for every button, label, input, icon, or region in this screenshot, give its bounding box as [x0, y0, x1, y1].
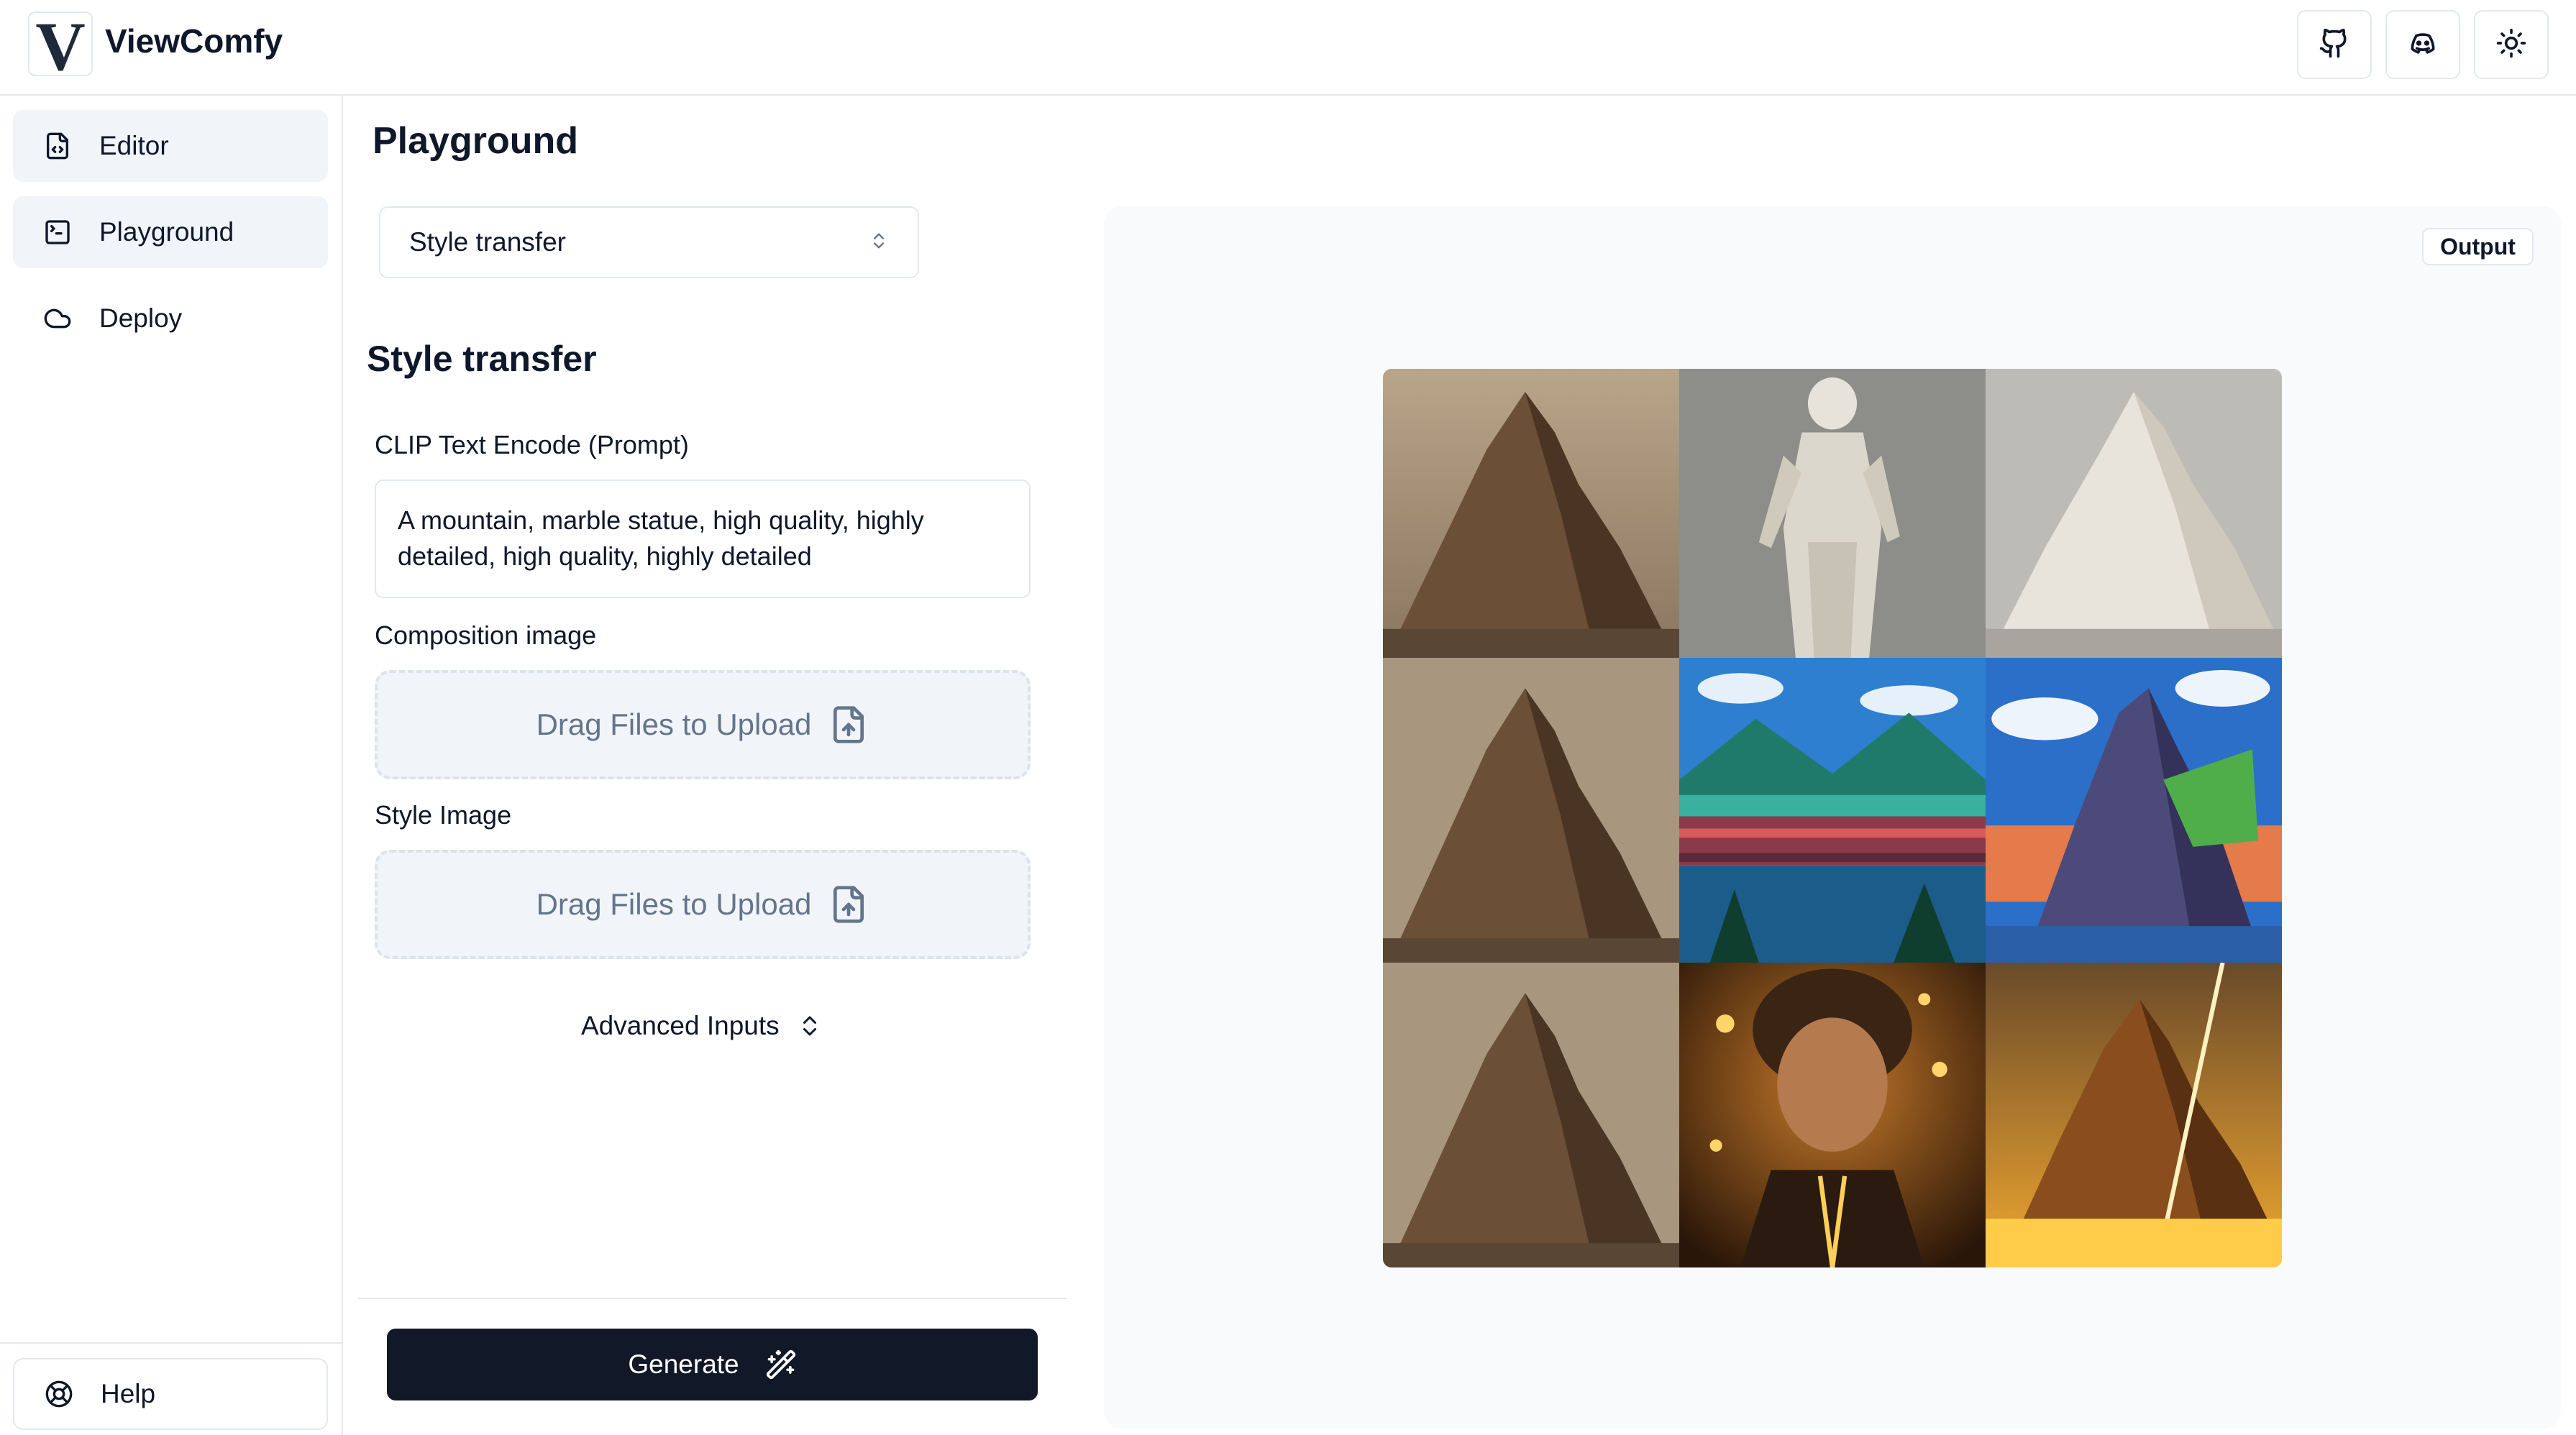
sidebar: Editor Playground Deploy Help — [0, 96, 343, 1435]
output-image-golden-mountain[interactable] — [1986, 963, 2282, 1267]
sidebar-item-label: Playground — [99, 217, 234, 247]
cloud-icon — [42, 303, 73, 334]
style-image-label: Style Image — [375, 800, 512, 830]
prompt-label: CLIP Text Encode (Prompt) — [375, 430, 689, 459]
file-upload-icon — [828, 884, 869, 925]
sidebar-item-editor[interactable]: Editor — [13, 110, 328, 182]
help-button[interactable]: Help — [13, 1358, 328, 1430]
workflow-select-value: Style transfer — [409, 227, 566, 257]
form-divider — [358, 1298, 1067, 1299]
page-title: Playground — [373, 120, 579, 162]
app-name: ViewComfy — [105, 22, 283, 60]
github-icon — [2319, 27, 2350, 63]
output-badge: Output — [2422, 228, 2534, 265]
logo-letter: V — [35, 8, 86, 85]
output-image-marble-mountain[interactable] — [1986, 369, 2282, 658]
output-image-golden-portrait[interactable] — [1679, 963, 1986, 1267]
help-label: Help — [101, 1379, 156, 1408]
output-image-marble-statue[interactable] — [1679, 369, 1986, 658]
composition-image-dropzone[interactable]: Drag Files to Upload — [375, 670, 1031, 779]
output-image-grid[interactable] — [1383, 369, 2282, 1267]
terminal-square-icon — [42, 216, 73, 248]
generate-label: Generate — [628, 1349, 739, 1379]
discord-icon — [2407, 27, 2439, 63]
dropzone-text: Drag Files to Upload — [536, 707, 812, 741]
discord-button[interactable] — [2385, 10, 2460, 79]
workflow-select[interactable]: Style transfer — [379, 206, 919, 278]
composition-image-label: Composition image — [375, 620, 597, 650]
top-bar: V ViewComfy — [0, 0, 2576, 96]
output-image-mountain[interactable] — [1383, 963, 1679, 1267]
file-code-icon — [42, 130, 73, 162]
style-image-dropzone[interactable]: Drag Files to Upload — [375, 850, 1031, 959]
advanced-inputs-label: Advanced Inputs — [581, 1011, 780, 1040]
sidebar-item-label: Deploy — [99, 303, 183, 333]
theme-toggle-button[interactable] — [2474, 10, 2549, 79]
wand-sparkles-icon — [765, 1349, 797, 1380]
file-upload-icon — [828, 705, 869, 745]
section-title: Style transfer — [367, 339, 597, 379]
chevrons-up-down-icon — [797, 1013, 823, 1039]
output-image-pixel-art-mountain[interactable] — [1986, 658, 2282, 963]
chevrons-up-down-icon — [869, 227, 889, 257]
output-image-mountain[interactable] — [1383, 369, 1679, 658]
sidebar-item-playground[interactable]: Playground — [13, 196, 328, 268]
github-button[interactable] — [2297, 10, 2372, 79]
sun-icon — [2495, 27, 2527, 63]
dropzone-text: Drag Files to Upload — [536, 887, 812, 921]
advanced-inputs-toggle[interactable]: Advanced Inputs — [581, 1011, 823, 1041]
sidebar-item-deploy[interactable]: Deploy — [13, 283, 328, 354]
output-image-pixel-art-bridge[interactable] — [1679, 658, 1986, 963]
output-image-mountain[interactable] — [1383, 658, 1679, 963]
prompt-textarea[interactable]: A mountain, marble statue, high quality,… — [375, 480, 1031, 598]
life-buoy-icon — [43, 1378, 75, 1410]
app-logo[interactable]: V — [28, 12, 93, 81]
output-panel: Output — [1104, 206, 2561, 1429]
sidebar-item-label: Editor — [99, 131, 169, 160]
sidebar-divider — [0, 1342, 343, 1344]
generate-button[interactable]: Generate — [387, 1329, 1038, 1400]
